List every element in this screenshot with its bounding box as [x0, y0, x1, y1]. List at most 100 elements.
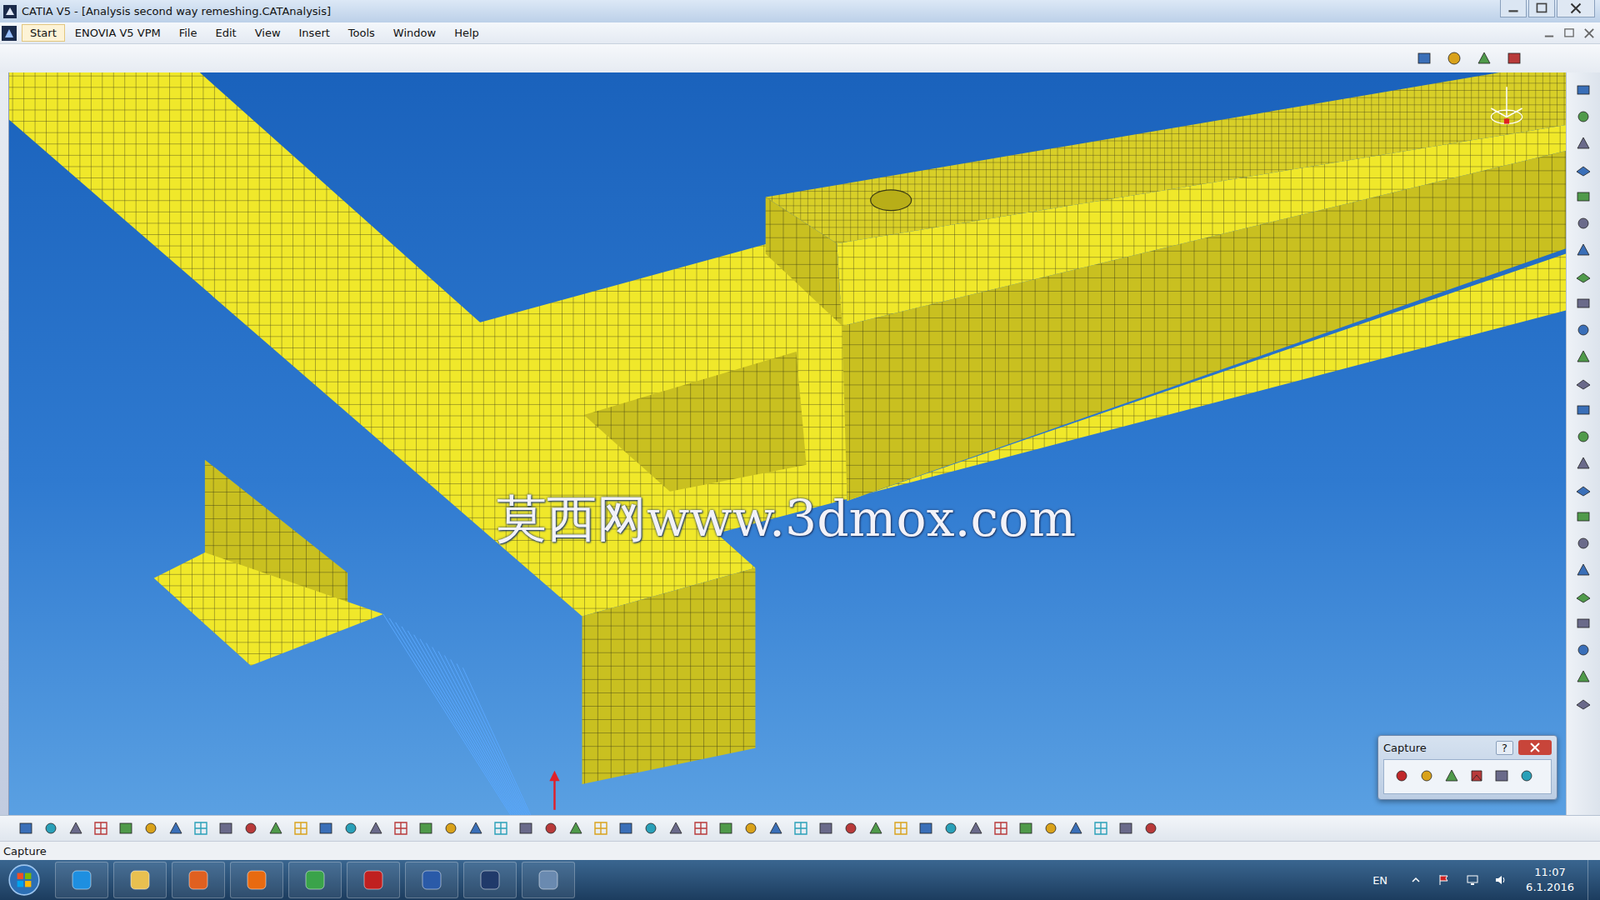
toolbar-button[interactable] [1572, 505, 1595, 528]
toolbar-button[interactable] [1572, 585, 1595, 608]
show-desktop-button[interactable] [1587, 860, 1600, 900]
show-hidden-icon[interactable] [1409, 873, 1423, 887]
toolbar-button[interactable] [140, 817, 162, 840]
toolbar-button[interactable] [1443, 47, 1465, 70]
toolbar-button[interactable] [1572, 425, 1595, 448]
toolbar-button[interactable] [765, 817, 787, 840]
toolbar-button[interactable] [540, 817, 562, 840]
toolbar-button[interactable] [990, 817, 1012, 840]
toolbar-button[interactable] [690, 817, 712, 840]
menu-item[interactable]: View [246, 24, 290, 42]
toolbar-button[interactable] [290, 817, 312, 840]
taskbar-app[interactable] [55, 861, 109, 899]
toolbar-button[interactable] [715, 817, 737, 840]
toolbar-button[interactable] [640, 817, 662, 840]
toolbar-button[interactable] [1572, 105, 1595, 128]
capture-button[interactable] [1440, 765, 1463, 787]
taskbar-app[interactable] [230, 861, 284, 899]
toolbar-button[interactable] [40, 817, 62, 840]
help-button[interactable]: ? [1495, 740, 1514, 755]
capture-button[interactable] [1515, 765, 1538, 787]
toolbar-button[interactable] [340, 817, 362, 840]
taskbar-app[interactable] [346, 861, 400, 899]
toolbar-button[interactable] [165, 817, 187, 840]
menu-item[interactable]: Tools [340, 24, 384, 42]
toolbar-button[interactable] [1115, 817, 1137, 840]
toolbar-button[interactable] [1572, 319, 1595, 341]
capture-toolbar[interactable]: Capture? [1377, 735, 1558, 800]
toolbar-button[interactable] [1572, 665, 1595, 688]
toolbar-button[interactable] [1572, 532, 1595, 555]
toolbar-button[interactable] [890, 817, 912, 840]
toolbar-button[interactable] [415, 817, 437, 840]
taskbar-app[interactable] [405, 861, 459, 899]
toolbar-button[interactable] [1413, 47, 1435, 70]
toolbar-button[interactable] [915, 817, 937, 840]
3d-viewport[interactable]: 莫西网www.3dmox.comCapture? [9, 72, 1566, 815]
toolbar-button[interactable] [565, 817, 587, 840]
start-icon[interactable] [6, 862, 42, 898]
toolbar-button[interactable] [1572, 612, 1595, 635]
toolbar-button[interactable] [390, 817, 412, 840]
toolbar-button[interactable] [115, 817, 137, 840]
toolbar-button[interactable] [1572, 185, 1595, 208]
toolbar-button[interactable] [1572, 479, 1595, 501]
toolbar-button[interactable] [265, 817, 287, 840]
language-indicator[interactable]: EN [1372, 874, 1388, 887]
network-icon[interactable] [1465, 873, 1480, 887]
toolbar-button[interactable] [215, 817, 237, 840]
toolbar-button[interactable] [1572, 692, 1595, 715]
toolbar-button[interactable] [940, 817, 962, 840]
taskbar-app[interactable] [463, 861, 517, 899]
toolbar-button[interactable] [1572, 639, 1595, 661]
taskbar-app[interactable] [288, 861, 342, 899]
toolbar-button[interactable] [1572, 559, 1595, 581]
toolbar-button[interactable] [65, 817, 87, 840]
taskbar-app[interactable] [113, 861, 167, 899]
compass-icon[interactable] [1480, 82, 1533, 135]
menu-item[interactable]: ENOVIA V5 VPM [66, 24, 170, 42]
menu-item[interactable]: Help [445, 24, 488, 42]
toolbar-button[interactable] [1572, 212, 1595, 235]
menu-item[interactable]: File [170, 24, 206, 42]
volume-icon[interactable] [1494, 873, 1508, 887]
toolbar-button[interactable] [1015, 817, 1037, 840]
toolbar-button[interactable] [465, 817, 487, 840]
toolbar-button[interactable] [1572, 239, 1595, 261]
toolbar-button[interactable] [815, 817, 837, 840]
restore-icon[interactable] [1528, 0, 1555, 18]
capture-button[interactable] [1490, 765, 1513, 787]
toolbar-button[interactable] [590, 817, 612, 840]
toolbar-button[interactable] [1572, 399, 1595, 421]
toolbar-button[interactable] [515, 817, 537, 840]
toolbar-button[interactable] [1572, 345, 1595, 368]
toolbar-button[interactable] [315, 817, 337, 840]
toolbar-button[interactable] [1140, 817, 1162, 840]
capture-button[interactable] [1415, 765, 1438, 787]
toolbar-button[interactable] [1572, 452, 1595, 475]
toolbar-button[interactable] [1090, 817, 1112, 840]
close-icon[interactable] [1556, 0, 1595, 18]
doc-minimize-icon[interactable] [1541, 25, 1557, 41]
toolbar-button[interactable] [90, 817, 112, 840]
toolbar-button[interactable] [1572, 265, 1595, 288]
toolbar-button[interactable] [965, 817, 987, 840]
catia-menu-icon[interactable] [1, 25, 17, 41]
taskbar-app[interactable] [171, 861, 225, 899]
fem-mesh-model[interactable] [9, 72, 1566, 815]
toolbar-button[interactable] [865, 817, 887, 840]
toolbar-button[interactable] [1572, 79, 1595, 101]
capture-button[interactable] [1390, 765, 1413, 787]
toolbar-button[interactable] [615, 817, 637, 840]
toolbar-button[interactable] [365, 817, 387, 840]
toolbar-button[interactable] [665, 817, 687, 840]
taskbar-app[interactable] [521, 861, 575, 899]
toolbar-button[interactable] [790, 817, 812, 840]
menu-item[interactable]: Edit [206, 24, 245, 42]
minimize-icon[interactable] [1500, 0, 1527, 18]
toolbar-button[interactable] [1065, 817, 1087, 840]
toolbar-button[interactable] [1572, 372, 1595, 395]
flag-icon[interactable] [1437, 873, 1451, 887]
toolbar-button[interactable] [440, 817, 462, 840]
toolbar-button[interactable] [1040, 817, 1062, 840]
